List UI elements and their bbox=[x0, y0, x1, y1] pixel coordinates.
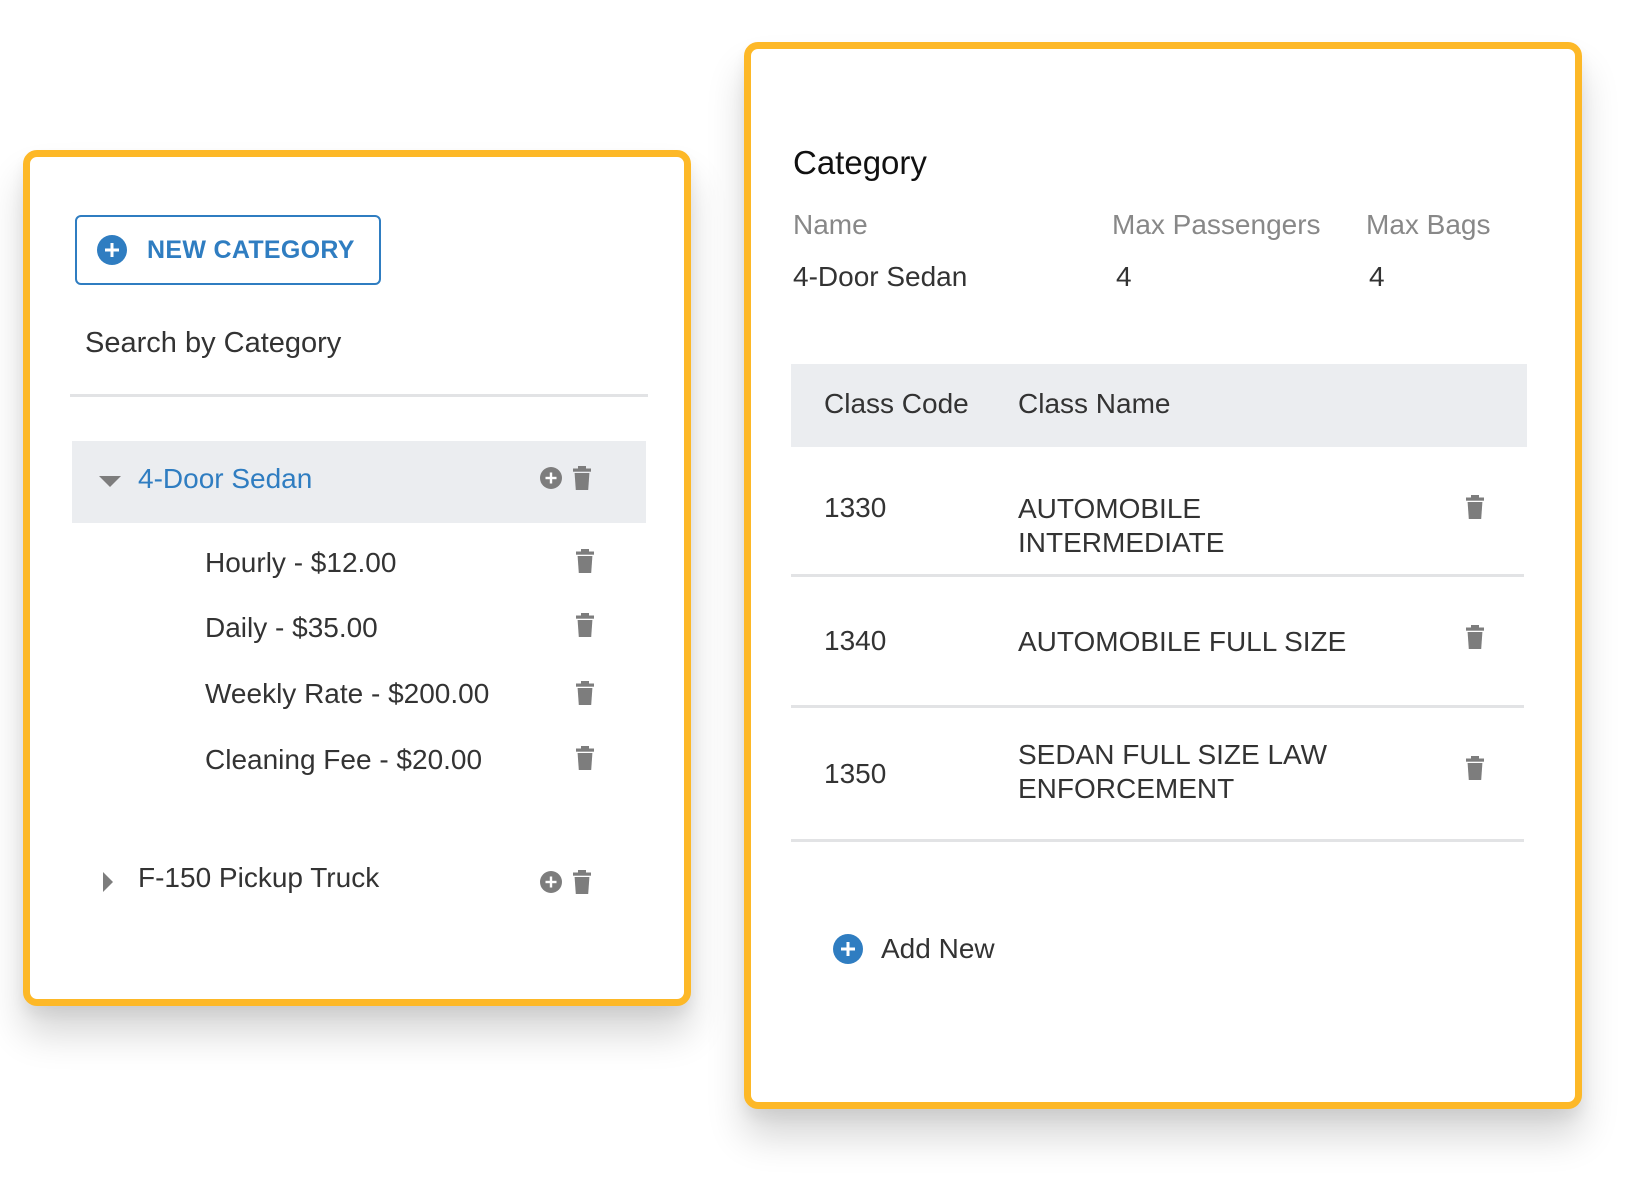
class-code-column-header: Class Code bbox=[824, 388, 969, 419]
add-new-label: Add New bbox=[881, 933, 995, 964]
class-name: SEDAN FULL SIZE LAW ENFORCEMENT bbox=[1018, 739, 1328, 804]
search-underline bbox=[70, 394, 648, 397]
rate-item-weekly[interactable]: Weekly Rate - $200.00 bbox=[205, 678, 489, 710]
table-row[interactable]: 1330 AUTOMOBILE INTERMEDIATE bbox=[791, 447, 1524, 577]
add-rate-icon[interactable] bbox=[539, 870, 563, 894]
max-passengers-header: Max Passengers bbox=[1112, 209, 1321, 240]
rate-item-daily[interactable]: Daily - $35.00 bbox=[205, 612, 378, 644]
rate-item-cleaning-fee[interactable]: Cleaning Fee - $20.00 bbox=[205, 744, 482, 776]
class-code: 1340 bbox=[824, 625, 887, 656]
trash-icon[interactable] bbox=[576, 549, 594, 573]
class-name-column-header: Class Name bbox=[1018, 388, 1171, 419]
table-header: Class Code Class Name bbox=[791, 364, 1527, 447]
max-passengers-value[interactable]: 4 bbox=[1116, 261, 1132, 293]
caret-down-icon[interactable] bbox=[99, 476, 121, 487]
plus-circle-icon bbox=[833, 934, 863, 964]
max-bags-header: Max Bags bbox=[1366, 209, 1491, 240]
caret-right-icon[interactable] bbox=[103, 872, 113, 892]
name-header: Name bbox=[793, 209, 868, 240]
trash-icon[interactable] bbox=[573, 870, 591, 894]
class-name: AUTOMOBILE INTERMEDIATE bbox=[1018, 493, 1225, 558]
add-rate-icon[interactable] bbox=[539, 466, 563, 490]
rate-item-hourly[interactable]: Hourly - $12.00 bbox=[205, 547, 396, 579]
trash-icon[interactable] bbox=[1466, 625, 1484, 649]
category-name[interactable]: 4-Door Sedan bbox=[138, 463, 312, 495]
trash-icon[interactable] bbox=[576, 681, 594, 705]
class-code: 1350 bbox=[824, 758, 887, 789]
trash-icon[interactable] bbox=[1466, 495, 1484, 519]
trash-icon[interactable] bbox=[576, 613, 594, 637]
add-new-button[interactable]: Add New bbox=[833, 933, 995, 965]
category-detail-panel: Category Name Max Passengers Max Bags 4-… bbox=[744, 42, 1582, 1109]
max-bags-value[interactable]: 4 bbox=[1369, 261, 1385, 293]
page-title: Category bbox=[793, 144, 927, 181]
class-code: 1330 bbox=[824, 492, 887, 523]
trash-icon[interactable] bbox=[1466, 756, 1484, 780]
trash-icon[interactable] bbox=[576, 746, 594, 770]
category-row-4-door-sedan[interactable]: 4-Door Sedan bbox=[72, 441, 646, 523]
trash-icon[interactable] bbox=[573, 466, 591, 490]
category-row-f-150-pickup-truck[interactable]: F-150 Pickup Truck bbox=[72, 852, 646, 912]
table-row[interactable]: 1340 AUTOMOBILE FULL SIZE bbox=[791, 577, 1524, 708]
search-by-category-input[interactable]: Search by Category bbox=[85, 327, 341, 360]
class-table: Class Code Class Name 1330 AUTOMOBILE IN… bbox=[791, 364, 1527, 842]
class-name: AUTOMOBILE FULL SIZE bbox=[1018, 626, 1347, 657]
category-list-panel: NEW CATEGORY Search by Category 4-Door S… bbox=[23, 150, 691, 1006]
category-name-value[interactable]: 4-Door Sedan bbox=[793, 261, 967, 293]
new-category-button[interactable]: NEW CATEGORY bbox=[75, 215, 381, 285]
category-name[interactable]: F-150 Pickup Truck bbox=[138, 862, 379, 894]
table-row[interactable]: 1350 SEDAN FULL SIZE LAW ENFORCEMENT bbox=[791, 708, 1524, 842]
plus-circle-icon bbox=[97, 235, 127, 265]
new-category-label: NEW CATEGORY bbox=[147, 235, 355, 264]
